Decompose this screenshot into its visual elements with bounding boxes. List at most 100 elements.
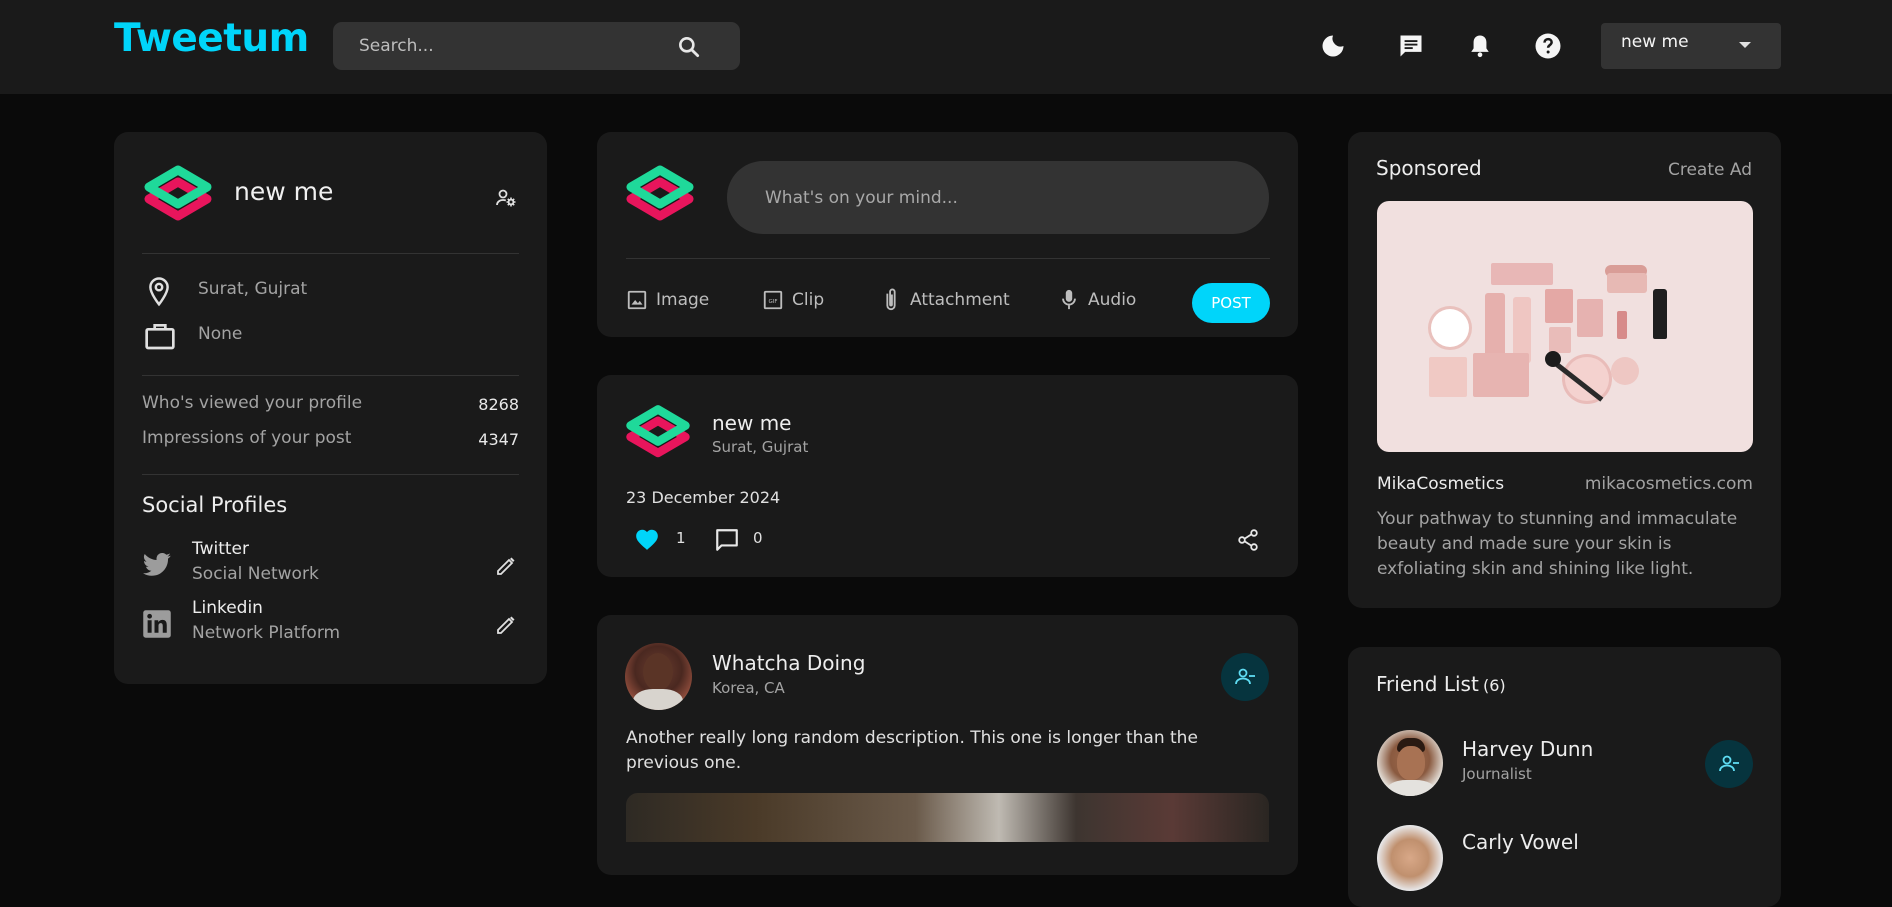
attachment-action-label: Attachment [910,290,1010,310]
post2-author-name[interactable]: Whatcha Doing [712,651,865,675]
user-dropdown[interactable]: new me [1601,23,1781,69]
post-author-avatar[interactable] [623,400,693,470]
friend-count: (6) [1483,676,1506,695]
comment-icon[interactable] [714,527,740,553]
product-sachet [1545,289,1573,323]
divider [142,474,519,475]
twitter-icon [142,552,171,576]
profile-views-value: 8268 [478,395,519,414]
profile-views-label: Who's viewed your profile [142,393,363,413]
product-serum-bottle [1653,289,1667,339]
profile-occupation: None [198,324,243,344]
edit-linkedin-icon[interactable] [494,613,518,637]
post2-author-location: Korea, CA [712,679,785,697]
like-heart-icon[interactable] [634,527,660,551]
product-box [1577,299,1603,337]
shirt-shape [633,689,683,710]
create-ad-link[interactable]: Create Ad [1650,160,1752,180]
product-box [1491,263,1553,285]
user-dropdown-value: new me [1621,32,1689,52]
audio-action-label: Audio [1088,290,1137,310]
manage-account-icon[interactable] [494,186,518,210]
product-box [1429,357,1467,397]
attachment-icon [886,288,896,311]
product-tube [1485,293,1505,359]
product-blush [1611,357,1639,385]
audio-action[interactable]: Audio [1058,287,1136,313]
divider [142,375,519,376]
friend-avatar[interactable] [1377,730,1443,796]
chevron-down-icon [1739,42,1751,48]
clip-action-label: Clip [792,290,825,310]
person-remove-icon [1235,668,1255,685]
location-icon [149,277,169,307]
sponsored-image[interactable] [1377,201,1753,452]
person-remove-icon [1719,755,1739,772]
top-navbar: Tweetum new me [0,0,1892,94]
divider [142,253,519,254]
post2-image[interactable] [626,793,1269,842]
post-impressions-label: Impressions of your post [142,428,352,448]
svg-text:GIF: GIF [768,299,777,305]
sponsored-url[interactable]: mikacosmetics.com [1560,474,1753,494]
share-icon[interactable] [1236,528,1260,552]
post-author-location: Surat, Gujrat [712,438,809,456]
post-date: 23 December 2024 [626,488,781,507]
comment-count: 0 [753,529,763,547]
notifications-icon[interactable] [1464,30,1496,62]
clip-action[interactable]: GIF Clip [762,287,824,313]
post2-description: Another really long random description. … [626,728,1198,773]
friend-name[interactable]: Harvey Dunn [1462,737,1593,761]
friend-list-title: Friend List [1376,672,1479,696]
composer-avatar[interactable] [623,160,697,234]
social-twitter-name: Twitter [192,539,249,559]
linkedin-icon [143,610,171,638]
dark-mode-icon[interactable] [1317,30,1349,62]
post-button[interactable]: POST [1192,283,1270,323]
post-card [597,375,1298,577]
briefcase-icon [145,324,175,350]
social-profiles-title: Social Profiles [142,493,288,517]
search-input[interactable] [359,22,659,70]
edit-twitter-icon[interactable] [494,554,518,578]
post-impressions-value: 4347 [478,430,519,449]
divider [626,258,1270,259]
app-logo[interactable]: Tweetum [114,16,309,61]
profile-avatar[interactable] [141,160,215,234]
friend-role: Journalist [1462,765,1532,783]
friend-avatar[interactable] [1377,825,1443,891]
remove-friend-button[interactable] [1221,653,1269,701]
post-author-photo[interactable] [625,643,692,710]
profile-name[interactable]: new me [234,177,333,206]
profile-location: Surat, Gujrat [198,279,308,299]
product-jar [1607,273,1647,293]
remove-friend-button[interactable] [1705,740,1753,788]
social-linkedin-type: Network Platform [192,623,341,643]
product-box [1473,353,1529,397]
product-lipstick [1617,311,1627,339]
image-action[interactable]: Image [626,287,709,313]
image-action-label: Image [656,290,710,310]
attachment-action[interactable]: Attachment [880,287,1010,313]
sponsored-brand: MikaCosmetics [1377,474,1505,494]
microphone-icon [1062,289,1076,310]
product-compact [1431,309,1469,347]
whats-on-your-mind-input[interactable] [727,161,1269,234]
friend-name[interactable]: Carly Vowel [1462,830,1579,854]
face-shape [643,653,673,691]
post-author-name[interactable]: new me [712,411,791,435]
product-sachet [1549,327,1571,353]
like-count: 1 [676,529,686,547]
makeup-brush-head [1545,351,1561,367]
sponsored-title: Sponsored [1376,156,1482,180]
social-twitter-type: Social Network [192,564,319,584]
sponsored-description: Your pathway to stunning and immaculate … [1377,509,1738,579]
social-linkedin-name: Linkedin [192,598,263,618]
face-shape [1397,746,1425,780]
help-icon[interactable] [1532,30,1564,62]
search-icon[interactable] [676,34,702,60]
shirt-shape [1387,780,1435,796]
message-icon[interactable] [1395,30,1427,62]
gif-icon: GIF [763,290,783,310]
image-icon [627,290,647,310]
